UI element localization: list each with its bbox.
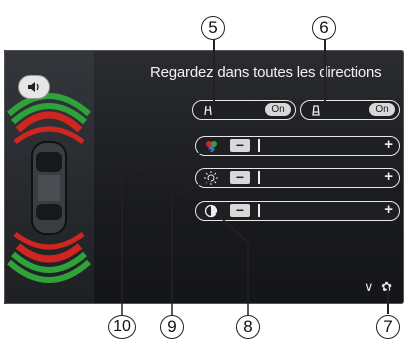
- callout-8: 8: [236, 315, 260, 339]
- callout-leaders: [121, 149, 249, 315]
- callout-9: 9: [160, 315, 184, 339]
- callout-10: 10: [108, 315, 136, 339]
- callout-6: 6: [312, 16, 336, 40]
- callout-7: 7: [376, 315, 400, 339]
- callout-5: 5: [201, 16, 225, 40]
